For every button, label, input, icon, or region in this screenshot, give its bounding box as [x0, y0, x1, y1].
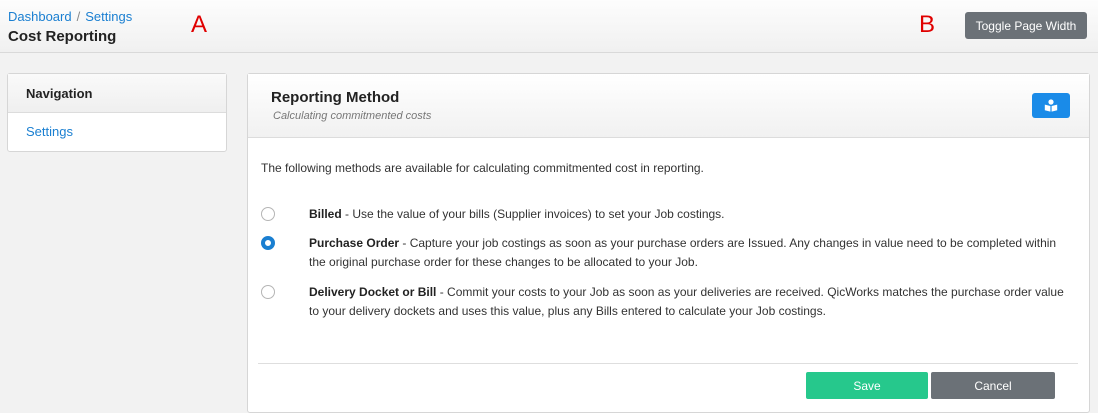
breadcrumb: Dashboard / Settings [8, 9, 132, 24]
radio-delivery-docket-or-bill[interactable] [261, 285, 275, 299]
breadcrumb-separator: / [76, 9, 81, 24]
option-label: Delivery Docket or Bill [309, 285, 437, 299]
option-billed-text: Billed - Use the value of your bills (Su… [309, 205, 1069, 224]
option-billed: Billed - Use the value of your bills (Su… [261, 205, 1061, 225]
book-reader-icon [1044, 99, 1058, 112]
option-label: Purchase Order [309, 236, 400, 250]
option-label: Billed [309, 207, 342, 221]
option-purchase-order: Purchase Order - Capture your job costin… [261, 234, 1061, 274]
navigation-panel: Navigation Settings [7, 73, 227, 152]
page-title: Cost Reporting [8, 28, 117, 45]
option-description: - Use the value of your bills (Supplier … [341, 207, 725, 221]
breadcrumb-dashboard-link[interactable]: Dashboard [8, 9, 72, 24]
panel-header: Reporting Method Calculating commitmente… [248, 74, 1089, 138]
option-purchase-order-text: Purchase Order - Capture your job costin… [309, 234, 1069, 272]
cancel-button[interactable]: Cancel [931, 372, 1055, 399]
option-description: - Capture your job costings as soon as y… [309, 236, 1057, 269]
save-button[interactable]: Save [806, 372, 928, 399]
radio-purchase-order[interactable] [261, 236, 275, 250]
toggle-page-width-button[interactable]: Toggle Page Width [965, 12, 1087, 39]
reporting-method-panel: Reporting Method Calculating commitmente… [247, 73, 1090, 413]
breadcrumb-settings-link[interactable]: Settings [85, 9, 132, 24]
panel-title: Reporting Method [271, 89, 400, 106]
nav-item-settings[interactable]: Settings [8, 113, 226, 139]
option-delivery-docket-or-bill: Delivery Docket or Bill - Commit your co… [261, 283, 1064, 323]
footer-divider [258, 363, 1078, 364]
option-delivery-docket-or-bill-text: Delivery Docket or Bill - Commit your co… [309, 283, 1069, 321]
intro-text: The following methods are available for … [261, 161, 704, 175]
help-button[interactable] [1032, 93, 1070, 118]
annotation-marker-b: B [919, 11, 936, 38]
navigation-title: Navigation [8, 74, 226, 113]
radio-billed[interactable] [261, 207, 275, 221]
panel-subtitle: Calculating commitmented costs [273, 110, 432, 122]
annotation-marker-a: A [191, 11, 208, 38]
